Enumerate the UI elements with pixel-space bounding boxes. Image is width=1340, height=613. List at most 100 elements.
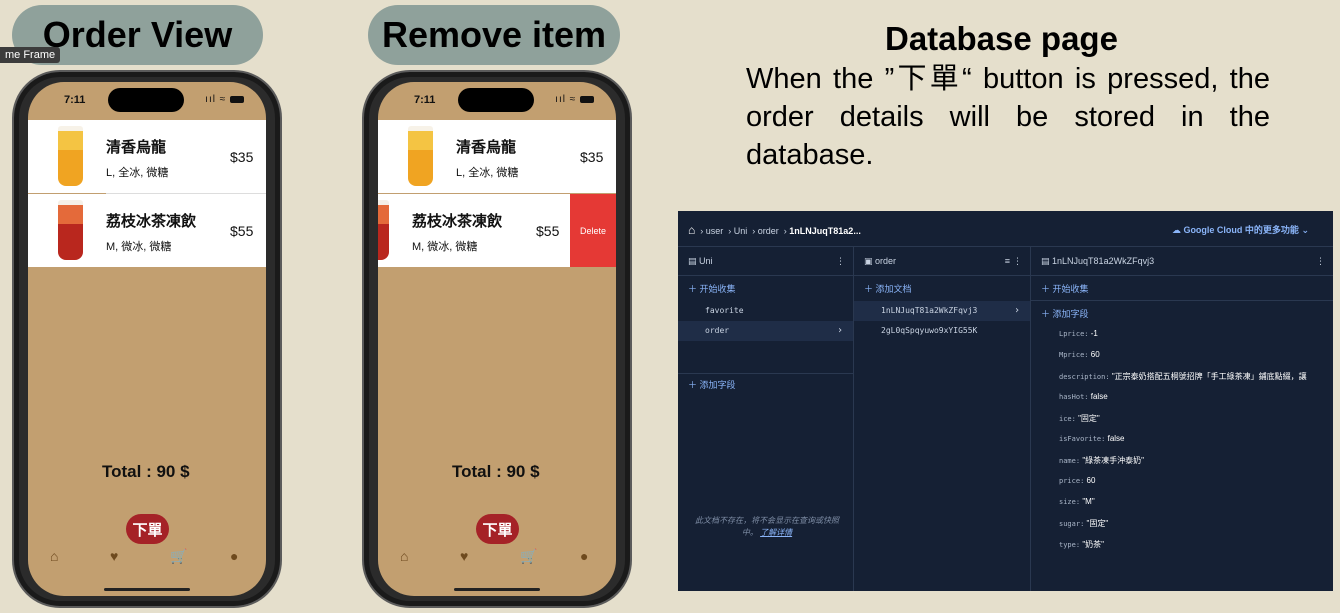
delete-button[interactable]: Delete (570, 194, 616, 267)
field-row[interactable]: ice: "固定" (1059, 413, 1100, 424)
column-title: 1nLNJuqT81a2WkZFqvj3 (1052, 256, 1155, 266)
status-icons: ııl ≈ (205, 94, 244, 105)
collection-item-selected[interactable]: order › (678, 321, 853, 341)
add-field-button[interactable]: ＋ 添加字段 (1041, 307, 1089, 320)
field-key: name: (1059, 457, 1081, 465)
fields-column: ▤ 1nLNJuqT81a2WkZFqvj3 ⋮ ＋ 开始收集 ＋ 添加字段 L… (1031, 247, 1333, 591)
item-price: $35 (230, 149, 254, 165)
dynamic-island (458, 88, 534, 112)
field-row[interactable]: name: "綠茶凍手沖泰奶" (1059, 455, 1144, 466)
phone-screen: 7:11 ııl ≈ 清香烏龍 L, 全冰, 微糖 $35 荔枝冰茶凍飲 M, … (28, 82, 266, 596)
field-row[interactable]: size: "M" (1059, 497, 1095, 506)
field-key: price: (1059, 477, 1085, 485)
heart-icon[interactable]: ♥ (460, 548, 468, 564)
home-indicator (454, 588, 540, 591)
field-key: size: (1059, 498, 1081, 506)
filter-icon[interactable]: ≡ (1005, 256, 1010, 266)
item-price: $55 (230, 223, 254, 239)
documents-column: ▣ order ≡ ⋮ ＋ 添加文档 1nLNJuqT81a2WkZFqvj3 … (854, 247, 1031, 591)
field-row[interactable]: description: "正宗泰奶搭配五桐號招牌「手工綠茶凍」鋪底點綴，讓 (1059, 371, 1333, 382)
learn-more-link[interactable]: 了解详情 (760, 528, 792, 537)
cart-item[interactable]: 荔枝冰茶凍飲 M, 微冰, 微糖 $55 (28, 194, 266, 267)
field-key: ice: (1059, 415, 1076, 423)
field-row[interactable]: hasHot: false (1059, 392, 1108, 401)
place-order-button[interactable]: 下單 (476, 514, 519, 544)
add-collection-button[interactable]: ＋ 开始收集 (1041, 282, 1089, 295)
field-key: hasHot: (1059, 393, 1089, 401)
cart-item[interactable]: 清香烏龍 L, 全冰, 微糖 $35 (28, 120, 266, 193)
column-title: Uni (699, 256, 713, 266)
item-name: 清香烏龍 (106, 139, 167, 156)
add-collection-button[interactable]: ＋ 开始收集 (688, 282, 736, 295)
field-value: false (1107, 434, 1125, 443)
field-row[interactable]: isFavorite: false (1059, 434, 1125, 443)
add-field-button[interactable]: ＋ 添加字段 (688, 378, 736, 391)
dynamic-island (108, 88, 184, 112)
collection-item[interactable]: favorite (678, 301, 853, 321)
field-row[interactable]: Mprice: 60 (1059, 350, 1100, 359)
breadcrumb-item[interactable]: Uni (734, 226, 748, 236)
field-key: Mprice: (1059, 351, 1089, 359)
add-collection-label: 开始收集 (1052, 284, 1089, 294)
cart-icon[interactable]: 🛒 (520, 548, 537, 565)
clock: 7:11 (414, 94, 436, 106)
field-row[interactable]: price: 60 (1059, 476, 1095, 485)
database-page-title: Database page (885, 20, 1118, 57)
google-cloud-label: Google Cloud 中的更多功能 (1183, 225, 1299, 235)
field-row[interactable]: type: "奶茶" (1059, 539, 1104, 550)
column-header: ▤ 1nLNJuqT81a2WkZFqvj3 ⋮ (1031, 247, 1333, 276)
document-item-selected[interactable]: 1nLNJuqT81a2WkZFqvj3 › (854, 301, 1030, 321)
breadcrumb-current[interactable]: 1nLNJuqT81a2... (789, 226, 861, 236)
add-document-button[interactable]: ＋ 添加文档 (864, 282, 912, 295)
more-icon[interactable]: ⋮ (836, 256, 845, 267)
breadcrumb-item[interactable]: order (758, 226, 779, 236)
place-order-button[interactable]: 下單 (126, 514, 169, 544)
cart-item[interactable]: 清香烏龍 L, 全冰, 微糖 $35 (378, 120, 616, 193)
firestore-console: ⌂ › user › Uni › order › 1nLNJuqT81a2...… (678, 211, 1333, 591)
more-icon[interactable]: ⋮ (1316, 256, 1325, 267)
collection-item-label: order (705, 326, 730, 335)
field-row[interactable]: sugar: "固定" (1059, 518, 1108, 529)
order-total: Total : 90 $ (102, 462, 190, 481)
item-name: 清香烏龍 (456, 139, 517, 156)
home-icon[interactable]: ⌂ (688, 223, 695, 237)
item-name: 荔枝冰茶凍飲 (412, 213, 503, 230)
document-item[interactable]: 2gL0qSpqyuwo9xYIG55K (854, 321, 1030, 341)
chevron-right-icon: › (836, 325, 843, 336)
breadcrumb-item[interactable]: user (706, 226, 724, 236)
cart-icon[interactable]: 🛒 (170, 548, 187, 565)
field-value: "綠茶凍手沖泰奶" (1082, 456, 1144, 465)
field-value: false (1090, 392, 1108, 401)
status-icons: ııl ≈ (555, 94, 594, 105)
field-key: sugar: (1059, 520, 1085, 528)
cart-item-swiped[interactable]: 荔枝冰茶凍飲 M, 微冰, 微糖 $55 (378, 194, 572, 267)
google-cloud-link[interactable]: ☁ Google Cloud 中的更多功能 ⌄ (1172, 223, 1309, 236)
field-key: Lprice: (1059, 330, 1089, 338)
field-value: "奶茶" (1082, 540, 1104, 549)
field-key: isFavorite: (1059, 435, 1106, 443)
home-icon[interactable]: ⌂ (50, 548, 58, 564)
field-value: 60 (1086, 476, 1096, 485)
heart-icon[interactable]: ♥ (110, 548, 118, 564)
document-id: 1nLNJuqT81a2WkZFqvj3 (881, 306, 978, 315)
cloud-icon: ☁ (1171, 225, 1181, 235)
add-field-label: 添加字段 (699, 380, 736, 390)
home-indicator (104, 588, 190, 591)
item-options: M, 微冰, 微糖 (412, 241, 478, 253)
item-options: L, 全冰, 微糖 (106, 167, 169, 179)
item-price: $55 (536, 223, 560, 239)
breadcrumb: ⌂ › user › Uni › order › 1nLNJuqT81a2... (688, 223, 861, 237)
home-icon[interactable]: ⌂ (400, 548, 408, 564)
phone-screen: 7:11 ııl ≈ 清香烏龍 L, 全冰, 微糖 $35 荔枝冰茶凍飲 M, … (378, 82, 616, 596)
more-icon[interactable]: ⋮ (1013, 256, 1022, 267)
status-bar: 7:11 ııl ≈ (28, 82, 266, 118)
remove-item-title: Remove item (368, 5, 620, 65)
battery-icon (230, 95, 244, 103)
person-icon[interactable]: ● (580, 548, 588, 564)
description-text: When the ”下單“ button is pressed, the ord… (746, 63, 1270, 171)
field-value: "固定" (1078, 414, 1100, 423)
person-icon[interactable]: ● (230, 548, 238, 564)
add-field-label: 添加字段 (1052, 309, 1089, 319)
field-row[interactable]: Lprice: -1 (1059, 329, 1098, 338)
drink-image (58, 126, 83, 186)
